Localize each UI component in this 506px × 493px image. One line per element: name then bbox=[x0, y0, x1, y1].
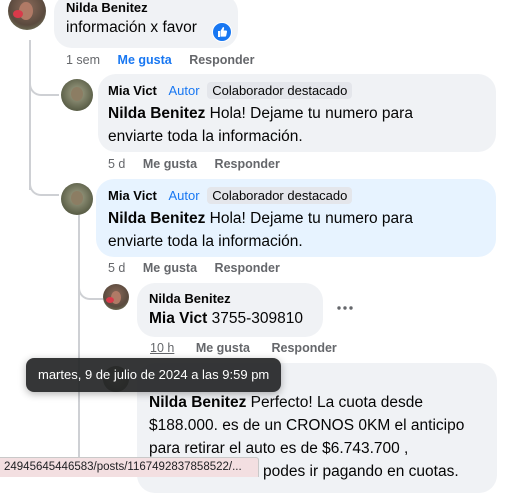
comment-bubble-highlighted: Mia Vict Autor Colaborador destacado Nil… bbox=[96, 179, 496, 257]
comment-author[interactable]: Nilda Benitez bbox=[149, 291, 311, 306]
comment-author[interactable]: Mia Vict bbox=[108, 188, 157, 203]
comment-author[interactable]: Nilda Benitez bbox=[66, 0, 226, 15]
comment-actions: 5 d Me gusta Responder bbox=[108, 261, 294, 275]
reply-button[interactable]: Responder bbox=[272, 341, 337, 355]
reply-button[interactable]: Responder bbox=[215, 261, 280, 275]
timestamp-tooltip: martes, 9 de julio de 2024 a las 9:59 pm bbox=[26, 358, 282, 392]
thread-line bbox=[29, 40, 31, 190]
like-button[interactable]: Me gusta bbox=[196, 341, 250, 355]
author-badge: Autor bbox=[168, 188, 200, 203]
comment-actions: 5 d Me gusta Responder bbox=[108, 157, 294, 171]
comment-actions: 10 h Me gusta Responder bbox=[150, 341, 351, 355]
comment-bubble: Mia Vict Autor Colaborador destacado Nil… bbox=[98, 74, 496, 152]
more-options-icon[interactable] bbox=[334, 301, 356, 315]
like-button[interactable]: Me gusta bbox=[143, 157, 197, 171]
thread-line bbox=[78, 210, 80, 477]
mention-link[interactable]: Mia Vict bbox=[149, 310, 207, 327]
comment-actions: 1 sem Me gusta Responder bbox=[66, 53, 269, 67]
comment-text: Mia Vict 3755-309810 bbox=[149, 310, 303, 327]
like-button[interactable]: Me gusta bbox=[143, 261, 197, 275]
reply-button[interactable]: Responder bbox=[189, 53, 254, 67]
top-contributor-badge: Colaborador destacado bbox=[207, 187, 353, 204]
comment-time[interactable]: 1 sem bbox=[66, 53, 100, 67]
mention-link[interactable]: Nilda Benitez bbox=[108, 105, 205, 122]
thread-connector bbox=[29, 170, 59, 196]
avatar[interactable] bbox=[8, 0, 46, 30]
thumbs-up-icon[interactable] bbox=[212, 22, 232, 42]
like-button[interactable]: Me gusta bbox=[118, 53, 172, 67]
thread-connector bbox=[78, 278, 103, 300]
comment-text: Nilda Benitez Hola! Dejame tu numero par… bbox=[108, 210, 413, 250]
thread-connector bbox=[29, 70, 59, 96]
mention-link[interactable]: Nilda Benitez bbox=[108, 210, 205, 227]
comment-time[interactable]: 10 h bbox=[150, 341, 174, 355]
avatar[interactable] bbox=[103, 284, 129, 310]
author-badge: Autor bbox=[168, 83, 200, 98]
mention-link[interactable]: Nilda Benitez bbox=[149, 394, 246, 411]
avatar[interactable] bbox=[61, 79, 93, 111]
comment-text: Nilda Benitez Hola! Dejame tu numero par… bbox=[108, 105, 413, 145]
comment-time[interactable]: 5 d bbox=[108, 261, 125, 275]
comment-text: información x favor bbox=[66, 19, 197, 36]
comment-time[interactable]: 5 d bbox=[108, 157, 125, 171]
comment-bubble: Nilda Benitez información x favor bbox=[54, 0, 238, 48]
top-contributor-badge: Colaborador destacado bbox=[207, 82, 353, 99]
reply-button[interactable]: Responder bbox=[215, 157, 280, 171]
status-bar-url: 24945645446583/posts/1167492837858522/..… bbox=[0, 457, 259, 477]
comment-bubble: Nilda Benitez Mia Vict 3755-309810 bbox=[137, 283, 323, 337]
comment-author[interactable]: Mia Vict bbox=[108, 83, 157, 98]
avatar[interactable] bbox=[61, 183, 93, 215]
